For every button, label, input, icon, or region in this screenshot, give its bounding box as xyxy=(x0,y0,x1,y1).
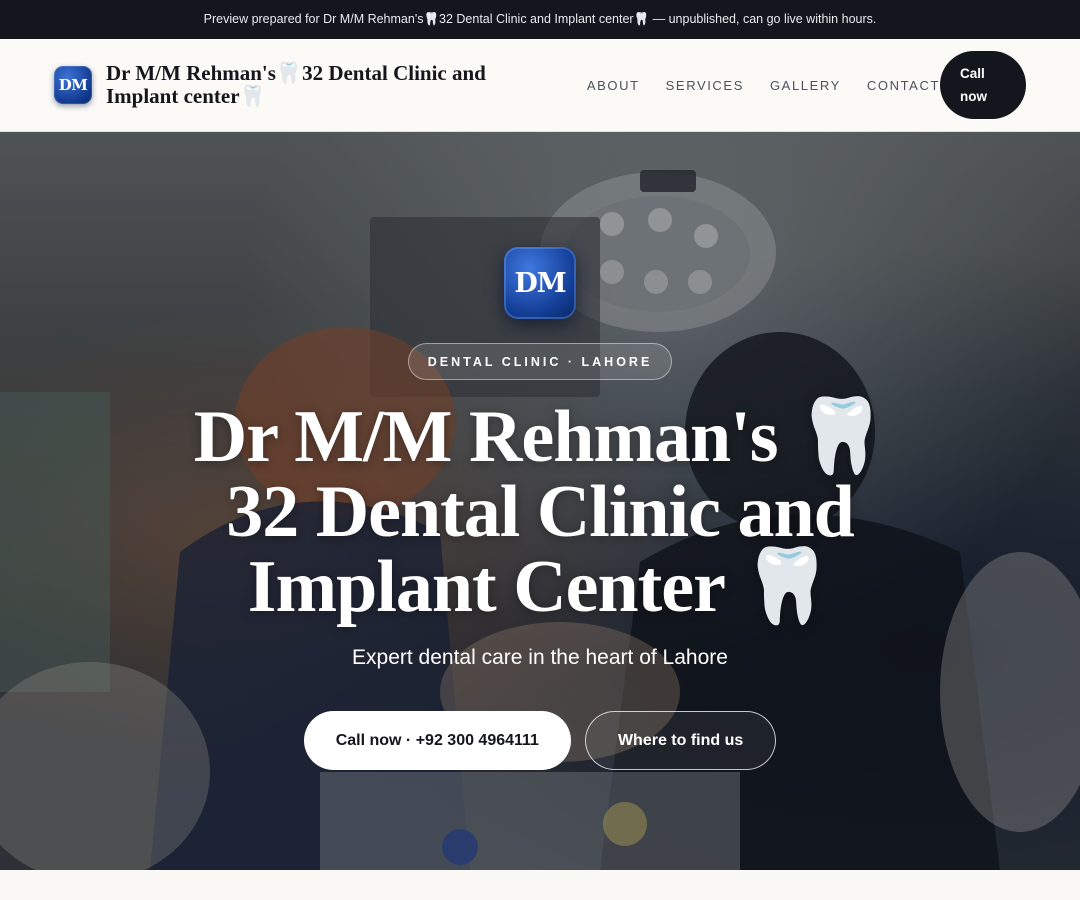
call-now-button[interactable]: Call now xyxy=(940,51,1026,119)
call-phone-button[interactable]: Call now · +92 300 4964111 xyxy=(303,711,571,770)
hero-content: DM DENTAL CLINIC · LAHORE Dr M/M Rehman'… xyxy=(0,132,1080,870)
find-us-button[interactable]: Where to find us xyxy=(584,711,777,770)
hero-title: Dr M/M Rehman's 🦷32 Dental Clinic and Im… xyxy=(193,396,887,628)
logo-badge: DM xyxy=(54,66,92,104)
hero-logo-badge: DM xyxy=(504,247,576,319)
preview-banner: Preview prepared for Dr M/M Rehman's🦷32 … xyxy=(0,0,1080,39)
hero-cta-row: Call now · +92 300 4964111 Where to find… xyxy=(303,711,777,770)
brand[interactable]: DM Dr M/M Rehman's🦷32 Dental Clinic and … xyxy=(54,62,536,108)
site-header: DM Dr M/M Rehman's🦷32 Dental Clinic and … xyxy=(0,39,1080,132)
hero-section: DM DENTAL CLINIC · LAHORE Dr M/M Rehman'… xyxy=(0,132,1080,870)
nav-link-services[interactable]: SERVICES xyxy=(666,78,744,93)
nav-link-about[interactable]: ABOUT xyxy=(587,78,640,93)
hero-subtitle: Expert dental care in the heart of Lahor… xyxy=(352,646,728,669)
nav-link-gallery[interactable]: GALLERY xyxy=(770,78,841,93)
nav-link-contact[interactable]: CONTACT xyxy=(867,78,940,93)
hero-kicker-badge: DENTAL CLINIC · LAHORE xyxy=(407,343,673,380)
brand-name: Dr M/M Rehman's🦷32 Dental Clinic and Imp… xyxy=(106,61,486,108)
next-section xyxy=(0,870,1080,900)
main-nav: ABOUT SERVICES GALLERY CONTACT Call now xyxy=(587,51,1026,119)
preview-banner-text: Preview prepared for Dr M/M Rehman's🦷32 … xyxy=(203,12,877,26)
